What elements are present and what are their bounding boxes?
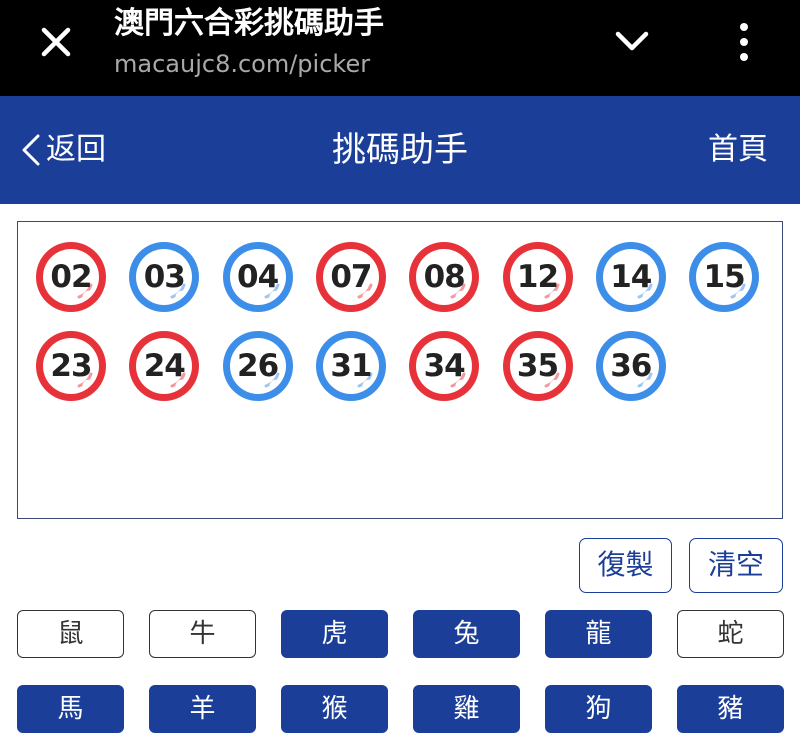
number-ball[interactable]: 31 xyxy=(315,330,387,402)
ball-number: 04 xyxy=(237,259,279,295)
ball-number: 34 xyxy=(423,348,466,384)
number-ball[interactable]: 12 xyxy=(502,241,574,313)
page-title: 挑碼助手 xyxy=(332,130,468,170)
ball-number: 26 xyxy=(237,348,279,384)
zodiac-button[interactable]: 虎 xyxy=(281,610,388,658)
ball-number: 07 xyxy=(330,259,372,295)
number-ball[interactable]: 07 xyxy=(315,241,387,313)
number-ball[interactable]: 03 xyxy=(128,241,200,313)
number-ball[interactable]: 26 xyxy=(222,330,294,402)
zodiac-button[interactable]: 狗 xyxy=(545,685,652,733)
number-ball[interactable]: 24 xyxy=(128,330,200,402)
number-ball[interactable]: 34 xyxy=(408,330,480,402)
zodiac-button[interactable]: 龍 xyxy=(545,610,652,658)
app-header: 返回 挑碼助手 首頁 xyxy=(0,96,800,204)
ball-number: 08 xyxy=(423,259,466,295)
number-ball[interactable]: 36 xyxy=(595,330,667,402)
clear-button[interactable]: 清空 xyxy=(689,538,783,593)
ball-number: 35 xyxy=(516,348,559,384)
more-options-icon[interactable] xyxy=(730,20,758,64)
zodiac-button[interactable]: 蛇 xyxy=(677,610,784,658)
ball-number: 12 xyxy=(516,259,559,295)
copy-button[interactable]: 復製 xyxy=(579,538,672,593)
browser-page-title: 澳門六合彩挑碼助手 xyxy=(114,6,384,41)
ball-number: 36 xyxy=(610,348,652,384)
browser-toolbar: 澳門六合彩挑碼助手 macaujc8.com/picker xyxy=(0,0,800,96)
selected-numbers-panel: 02 03 04 07 08 12 14 15 23 24 26 31 34 35 36 xyxy=(17,221,783,519)
ball-number: 23 xyxy=(50,348,92,384)
number-ball[interactable]: 14 xyxy=(595,241,667,313)
zodiac-button[interactable]: 豬 xyxy=(677,685,784,733)
zodiac-button[interactable]: 雞 xyxy=(413,685,520,733)
number-ball[interactable]: 35 xyxy=(502,330,574,402)
number-ball[interactable]: 08 xyxy=(408,241,480,313)
home-link[interactable]: 首頁 xyxy=(708,130,768,170)
ball-number: 31 xyxy=(330,348,372,384)
zodiac-button[interactable]: 馬 xyxy=(17,685,124,733)
ball-number: 14 xyxy=(610,259,652,295)
close-icon[interactable] xyxy=(36,22,76,62)
ball-number: 24 xyxy=(143,348,186,384)
ball-number: 02 xyxy=(50,259,92,295)
zodiac-button[interactable]: 羊 xyxy=(149,685,256,733)
number-ball[interactable]: 15 xyxy=(688,241,760,313)
number-ball[interactable]: 04 xyxy=(222,241,294,313)
number-ball[interactable]: 02 xyxy=(35,241,107,313)
zodiac-button[interactable]: 猴 xyxy=(281,685,388,733)
zodiac-button[interactable]: 鼠 xyxy=(17,610,124,658)
ball-number: 15 xyxy=(703,259,746,295)
zodiac-button[interactable]: 牛 xyxy=(149,610,256,658)
ball-number: 03 xyxy=(143,259,186,295)
zodiac-button[interactable]: 兔 xyxy=(413,610,520,658)
browser-url[interactable]: macaujc8.com/picker xyxy=(114,48,370,80)
chevron-down-icon[interactable] xyxy=(612,26,652,58)
number-ball[interactable]: 23 xyxy=(35,330,107,402)
